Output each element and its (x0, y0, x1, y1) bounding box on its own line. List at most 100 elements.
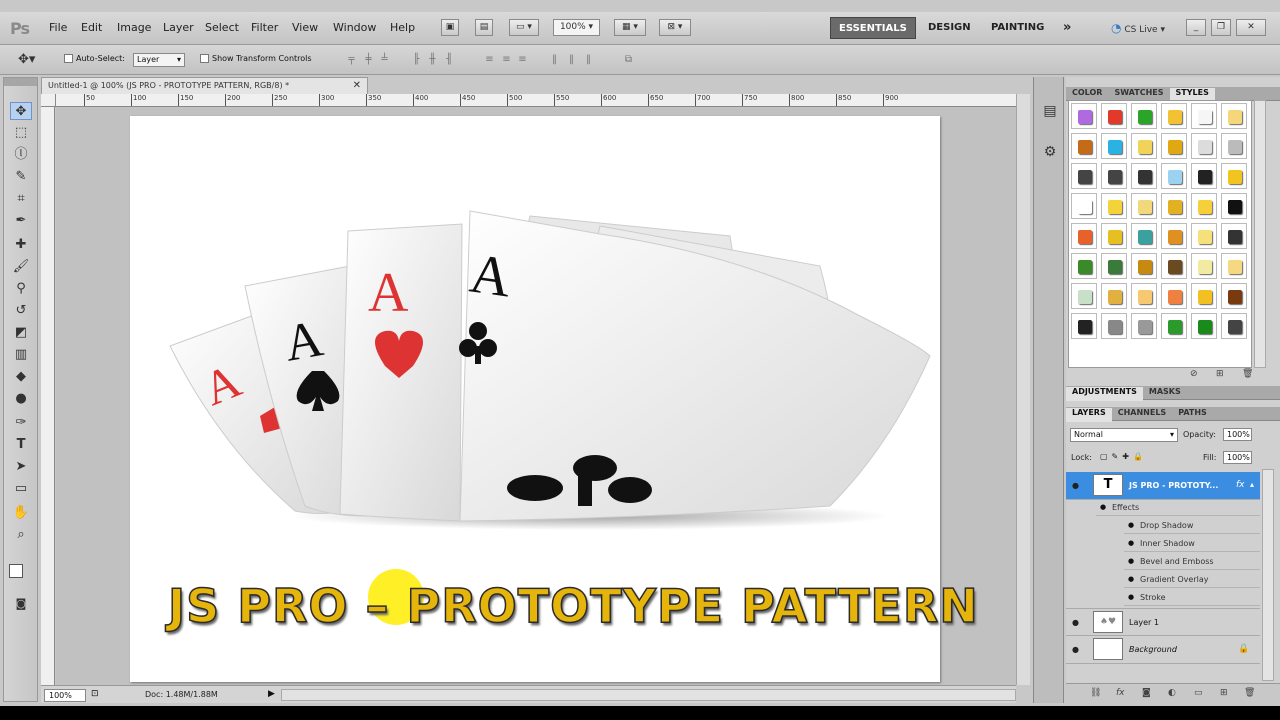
fx-icon[interactable]: fx (1236, 480, 1245, 490)
style-swatch[interactable] (1161, 223, 1187, 249)
style-swatch[interactable] (1131, 283, 1157, 309)
type-tool-icon[interactable]: T (10, 436, 32, 454)
blend-mode-select[interactable]: Normal ▾ (1070, 428, 1178, 442)
align-right-icon[interactable]: ╢ (443, 53, 456, 66)
style-swatch[interactable] (1221, 133, 1247, 159)
close-tab-icon[interactable]: ✕ (353, 78, 361, 94)
auto-select-checkbox[interactable]: Auto-Select: (64, 54, 125, 63)
lasso-tool-icon[interactable]: ⓛ (10, 146, 32, 164)
style-swatch[interactable] (1101, 163, 1127, 189)
lock-icons[interactable]: ▢✎✚🔒 (1100, 452, 1147, 461)
show-transform-checkbox[interactable]: Show Transform Controls (200, 54, 312, 63)
style-swatch[interactable] (1221, 193, 1247, 219)
opacity-field[interactable]: 100% (1223, 428, 1252, 441)
style-swatch[interactable] (1191, 103, 1217, 129)
style-swatch[interactable] (1071, 103, 1097, 129)
style-swatch[interactable] (1191, 133, 1217, 159)
vertical-scrollbar[interactable] (1016, 94, 1030, 685)
style-swatch[interactable] (1101, 133, 1127, 159)
layer-row-layer1[interactable]: ● ♠♥ Layer 1 (1066, 608, 1260, 636)
style-swatch[interactable] (1071, 133, 1097, 159)
shape-tool-icon[interactable]: ▭ (10, 480, 32, 498)
layer-row-background[interactable]: ● Background 🔒 (1066, 636, 1260, 664)
document-tab[interactable]: Untitled-1 @ 100% (JS PRO - PROTOTYPE PA… (41, 77, 368, 94)
eye-icon[interactable]: ● (1128, 575, 1134, 583)
chevron-up-icon[interactable]: ▴ (1250, 480, 1254, 489)
effect-stroke[interactable]: ● Stroke (1124, 590, 1260, 606)
effect-drop-shadow[interactable]: ● Drop Shadow (1124, 518, 1260, 534)
menu-edit[interactable]: Edit (81, 21, 102, 34)
add-style-icon[interactable]: fx (1116, 688, 1125, 698)
zoom-tool-icon[interactable]: ⌕ (10, 526, 32, 544)
eye-icon[interactable]: ● (1072, 481, 1079, 490)
style-swatch[interactable] (1191, 283, 1217, 309)
delete-layer-icon[interactable]: 🗑 (1244, 688, 1255, 698)
style-swatch[interactable] (1221, 163, 1247, 189)
style-swatch[interactable] (1161, 253, 1187, 279)
style-swatch[interactable] (1131, 313, 1157, 339)
menu-file[interactable]: File (49, 21, 67, 34)
align-vcenter-icon[interactable]: ╪ (362, 53, 375, 66)
style-swatch[interactable] (1131, 223, 1157, 249)
style-swatch[interactable] (1071, 313, 1097, 339)
eyedropper-tool-icon[interactable]: ✒ (10, 212, 32, 230)
eye-icon[interactable]: ● (1128, 521, 1134, 529)
style-swatch[interactable] (1161, 133, 1187, 159)
tab-layers[interactable]: LAYERS (1066, 408, 1112, 422)
auto-select-dropdown[interactable]: Layer ▾ (133, 53, 185, 67)
layer-row-text[interactable]: ● T JS PRO - PROTOTY... fx ▴ (1066, 472, 1260, 500)
style-swatch[interactable] (1101, 223, 1127, 249)
minibridge-icon[interactable]: ▤ (475, 19, 493, 36)
new-group-icon[interactable]: ▭ (1194, 688, 1203, 698)
eye-icon[interactable]: ● (1100, 503, 1106, 511)
link-layers-icon[interactable]: ⛓ (1090, 688, 1101, 698)
distribute-hcenter-icon[interactable]: ‖ (565, 53, 578, 66)
style-swatch[interactable] (1071, 193, 1097, 219)
eye-icon[interactable]: ● (1128, 557, 1134, 565)
eye-icon[interactable]: ● (1072, 618, 1079, 627)
view-extras-icon[interactable]: ▭ ▾ (509, 19, 539, 36)
eye-icon[interactable]: ● (1072, 645, 1079, 654)
zoom-field[interactable]: 100% (44, 689, 86, 702)
bridge-icon[interactable]: ▣ (441, 19, 459, 36)
workspace-essentials[interactable]: ESSENTIALS (830, 17, 916, 39)
hand-tool-icon[interactable]: ✋ (10, 504, 32, 522)
style-swatch[interactable] (1131, 103, 1157, 129)
styles-scrollbar[interactable] (1254, 100, 1266, 368)
minimize-icon[interactable]: _ (1186, 19, 1206, 36)
distribute-left-icon[interactable]: ‖ (548, 53, 561, 66)
style-swatch[interactable] (1161, 313, 1187, 339)
healing-brush-tool-icon[interactable]: ✚ (10, 236, 32, 254)
horizontal-ruler[interactable]: 50 100 150 200 250 300 350 400 450 500 550 600 650 70… (56, 94, 1028, 107)
marquee-tool-icon[interactable]: ⬚ (10, 124, 32, 142)
arrange-documents-icon[interactable]: ▦ ▾ (614, 19, 646, 36)
style-swatch[interactable] (1071, 163, 1097, 189)
effect-gradient-overlay[interactable]: ● Gradient Overlay (1124, 572, 1260, 588)
quick-select-tool-icon[interactable]: ✎ (10, 168, 32, 186)
tab-adjustments[interactable]: ADJUSTMENTS (1066, 387, 1143, 401)
effects-row[interactable]: ● Effects (1096, 500, 1260, 516)
brush-tool-icon[interactable]: 🖌 (10, 258, 32, 276)
style-swatch[interactable] (1101, 313, 1127, 339)
new-style-icon[interactable]: ⊞ (1216, 369, 1224, 379)
effect-inner-shadow[interactable]: ● Inner Shadow (1124, 536, 1260, 552)
style-swatch[interactable] (1161, 193, 1187, 219)
ruler-origin[interactable] (41, 94, 56, 107)
eraser-tool-icon[interactable]: ◩ (10, 324, 32, 342)
style-swatch[interactable] (1131, 133, 1157, 159)
path-select-tool-icon[interactable]: ➤ (10, 458, 32, 476)
tab-paths[interactable]: PATHS (1172, 408, 1213, 422)
style-swatch[interactable] (1191, 223, 1217, 249)
auto-align-icon[interactable]: ⧉ (622, 53, 635, 66)
crop-tool-icon[interactable]: ⌗ (10, 190, 32, 208)
style-swatch[interactable] (1221, 103, 1247, 129)
cs-live-button[interactable]: ◔ CS Live ▾ (1103, 17, 1173, 39)
foreground-color-swatch[interactable] (9, 564, 23, 578)
style-swatch[interactable] (1101, 283, 1127, 309)
menu-image[interactable]: Image (117, 21, 151, 34)
eye-icon[interactable]: ● (1128, 539, 1134, 547)
align-hcenter-icon[interactable]: ╫ (426, 53, 439, 66)
clear-style-icon[interactable]: ⊘ (1190, 369, 1198, 379)
distribute-top-icon[interactable]: ≡ (483, 53, 496, 66)
align-top-icon[interactable]: ╤ (345, 53, 358, 66)
